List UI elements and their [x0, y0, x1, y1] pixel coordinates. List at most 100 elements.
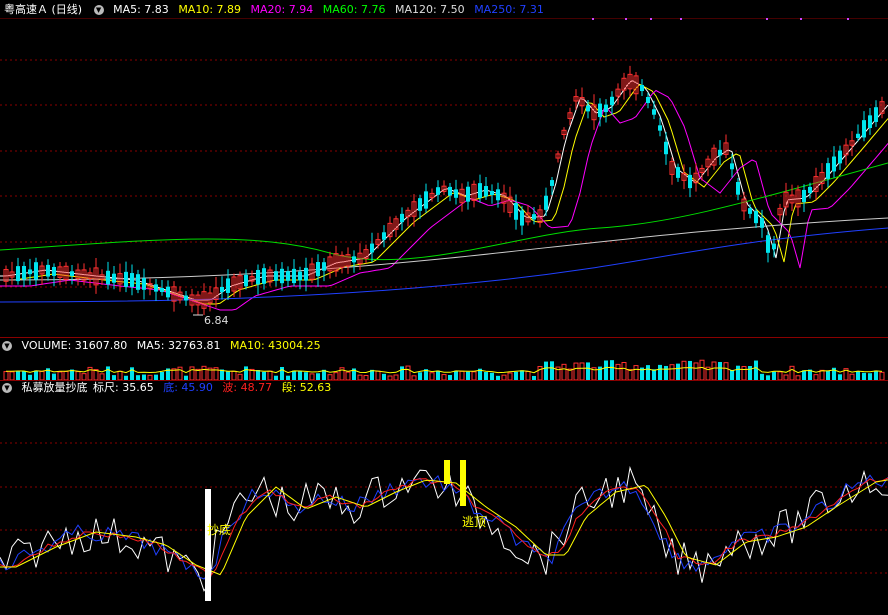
- volume-bar: [160, 371, 164, 380]
- candle-body: [130, 273, 134, 287]
- indicator-ruler: 标尺: 35.65: [93, 381, 154, 394]
- volume-bar: [436, 370, 440, 380]
- candle-body: [730, 163, 734, 170]
- candle-body: [370, 243, 374, 253]
- candle-body: [808, 186, 812, 194]
- candlestick-chart[interactable]: 6.84: [0, 18, 888, 338]
- candle-body: [664, 141, 668, 155]
- marker-dot: [800, 18, 802, 20]
- volume-bar: [231, 370, 237, 380]
- candle-body: [478, 183, 482, 199]
- volume-bar: [484, 372, 488, 380]
- candle-body: [658, 125, 662, 131]
- volume-bar: [730, 369, 734, 380]
- candle-body: [124, 271, 128, 287]
- volume-bar: [400, 366, 404, 380]
- candle-body: [160, 287, 164, 293]
- volume-bar: [718, 361, 722, 380]
- red-wave-line: [0, 477, 888, 578]
- volume-bar: [772, 371, 776, 380]
- candle-body: [748, 208, 752, 214]
- volume-bar: [699, 359, 705, 380]
- marker-dot: [592, 18, 594, 20]
- bottom-signal-label: 抄底: [207, 522, 231, 537]
- bottom-signal-bar: [205, 489, 211, 601]
- candle-body: [868, 115, 872, 129]
- candle-body: [550, 180, 554, 186]
- candle-body: [856, 133, 860, 139]
- candle-body: [298, 271, 302, 281]
- ma5-label: MA5: 7.83: [113, 3, 169, 16]
- volume-bar: [862, 372, 866, 380]
- indicator-chart[interactable]: 抄底 逃顶: [0, 397, 888, 615]
- indicator-panel-header: ▼ 私募放量抄底 标尺: 35.65 底: 45.90 波: 48.77 段: …: [0, 380, 337, 396]
- candle-body: [772, 243, 776, 250]
- price-grid: [0, 18, 888, 288]
- candle-body: [688, 174, 692, 189]
- candle-body: [640, 84, 644, 92]
- stock-title[interactable]: 粤高速Ａ (日线): [4, 3, 82, 16]
- candle-body: [34, 262, 38, 280]
- candle-body: [826, 163, 830, 179]
- candle-body: [256, 269, 260, 285]
- volume-bar: [777, 371, 783, 380]
- top-signal-label: 逃顶: [462, 515, 486, 529]
- volume-bar: [75, 371, 81, 380]
- indicator-bottom-value: 底: 45.90: [163, 381, 213, 394]
- volume-bar: [262, 371, 266, 380]
- volume-bar: [741, 365, 747, 380]
- volume-bar: [688, 360, 692, 380]
- candle-body: [610, 96, 614, 106]
- volume-bar: [106, 366, 110, 380]
- candle-body: [400, 213, 404, 223]
- volume-bar: [604, 360, 608, 380]
- candle-body: [838, 150, 842, 164]
- volume-bar: [856, 371, 860, 380]
- volume-bar: [723, 362, 729, 380]
- candle-body: [52, 266, 56, 276]
- volume-bar: [537, 366, 543, 380]
- indicator-segment-value: 段: 52.63: [281, 381, 332, 394]
- indicator-toggle-icon[interactable]: ▼: [2, 383, 12, 393]
- ma20-label: MA20: 7.94: [250, 3, 314, 16]
- candle-body: [70, 271, 74, 276]
- volume-bar: [868, 373, 872, 380]
- volume-bar: [345, 371, 351, 380]
- volume-bar: [627, 369, 633, 380]
- volume-bar: [711, 361, 717, 380]
- volume-bar: [664, 365, 668, 380]
- candle-body: [142, 278, 146, 290]
- collapse-toggle-icon[interactable]: ▼: [93, 5, 104, 15]
- candle-body: [490, 190, 494, 196]
- candle-body: [766, 235, 770, 253]
- candle-body: [166, 286, 170, 298]
- volume-bar: [646, 365, 650, 380]
- volume-bar: [681, 360, 687, 380]
- candle-body: [520, 210, 524, 226]
- volume-ma5: MA5: 32763.81: [136, 339, 221, 352]
- volume-bar: [579, 362, 585, 380]
- volume-bar: [561, 363, 567, 380]
- candle-body: [244, 274, 248, 287]
- volume-bar: [466, 371, 470, 380]
- volume-bar: [520, 370, 524, 380]
- candle-body: [382, 232, 386, 240]
- candle-body: [736, 181, 740, 195]
- volume-bar: [22, 371, 26, 380]
- volume-bar: [244, 366, 248, 380]
- volume-chart[interactable]: [0, 354, 888, 380]
- volume-toggle-icon[interactable]: ▼: [2, 341, 12, 351]
- volume-bar: [130, 367, 134, 380]
- candle-body: [802, 189, 806, 203]
- candle-body: [598, 103, 602, 118]
- candle-body: [718, 149, 722, 156]
- candles: [3, 65, 885, 316]
- volume-bar: [34, 370, 38, 380]
- volume-bar: [16, 371, 20, 380]
- candle-body: [754, 210, 758, 224]
- volume-bar: [736, 365, 740, 380]
- candle-body: [532, 214, 536, 220]
- volume-bar: [874, 370, 878, 380]
- volume-bar: [63, 370, 69, 380]
- candle-body: [22, 265, 26, 280]
